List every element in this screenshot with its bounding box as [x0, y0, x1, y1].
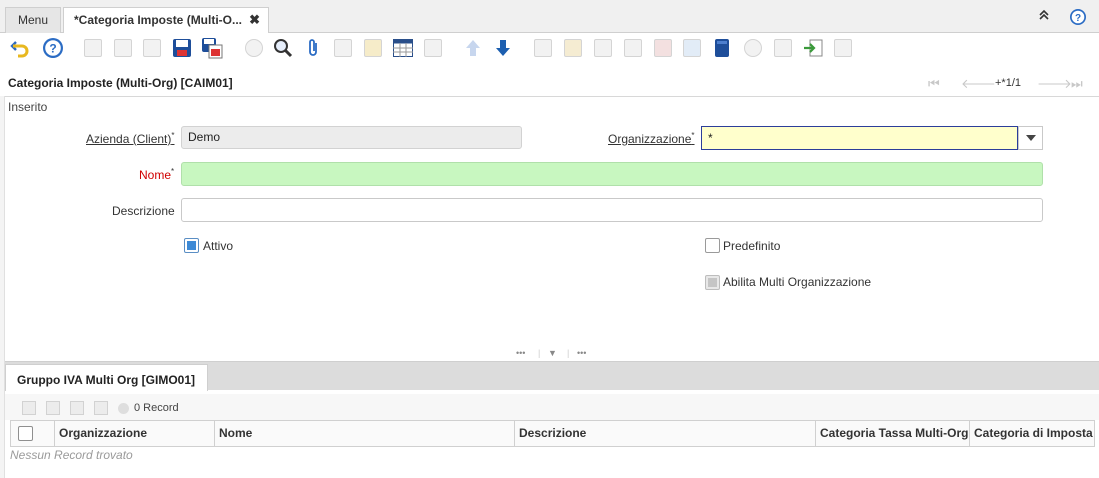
- new-icon: [82, 37, 104, 59]
- save-new-icon[interactable]: [201, 37, 223, 59]
- workflow-icon: [622, 37, 644, 59]
- chart-icon: [652, 37, 674, 59]
- menu-tab[interactable]: Menu: [5, 7, 61, 33]
- window-tab-categoria-imposte[interactable]: *Categoria Imposte (Multi-O... ✖: [63, 7, 269, 34]
- panel-splitter[interactable]: ••• | ▼ | •••: [5, 348, 1099, 362]
- attivo-checkbox[interactable]: [184, 238, 199, 253]
- record-count: 0 Record: [134, 402, 179, 414]
- column-descrizione[interactable]: Descrizione: [514, 421, 816, 446]
- help-circle-icon[interactable]: ?: [1069, 8, 1087, 29]
- settings-icon: [742, 37, 764, 59]
- product-info-icon: [681, 37, 703, 59]
- predefinito-label: Predefinito: [723, 239, 781, 253]
- collapse-icon[interactable]: [1038, 9, 1050, 24]
- column-nome[interactable]: Nome: [214, 421, 515, 446]
- splitter-dots-left: •••: [516, 348, 526, 358]
- splitter-dots-right: •••: [577, 348, 587, 358]
- copy-icon: [112, 37, 134, 59]
- grid-delete-icon: [70, 401, 84, 415]
- grid-edit-icon: [46, 401, 60, 415]
- side-panel-edge[interactable]: [0, 96, 5, 478]
- column-categoria-tassa-multi-org[interactable]: Categoria Tassa Multi-Org: [815, 421, 970, 446]
- detail-tab-gruppo-iva[interactable]: Gruppo IVA Multi Org [GIMO01]: [5, 364, 208, 391]
- last-record-icon: ⏭: [1071, 76, 1083, 91]
- record-count-icon: [118, 403, 129, 414]
- multi-org-checkbox: [705, 275, 720, 290]
- predefinito-checkbox[interactable]: [705, 238, 720, 253]
- empty-grid-message: Nessun Record trovato: [10, 448, 133, 462]
- azienda-label[interactable]: Azienda (Client)*: [86, 131, 175, 146]
- nome-label: Nome*: [139, 167, 175, 182]
- window-title: Categoria Imposte (Multi-Org) [CAIM01]: [8, 76, 233, 90]
- help-icon[interactable]: ?: [42, 37, 64, 59]
- zoom-icon: [592, 37, 614, 59]
- descrizione-input[interactable]: [181, 198, 1043, 222]
- select-all-checkbox[interactable]: [18, 426, 33, 441]
- status-text: Inserito: [8, 100, 48, 114]
- previous-record-icon: 🡐: [961, 76, 996, 91]
- process-icon[interactable]: [711, 37, 733, 59]
- prev-record-icon: [462, 37, 484, 59]
- refresh-icon: [243, 37, 265, 59]
- organizzazione-label[interactable]: Organizzazione*: [608, 131, 695, 146]
- import-icon[interactable]: [802, 37, 824, 59]
- grid-header-row: Organizzazione Nome Descrizione Categori…: [10, 420, 1095, 447]
- archive-icon: [362, 37, 384, 59]
- splitter-arrow-icon[interactable]: ▼: [548, 348, 557, 358]
- close-window-icon: [832, 37, 854, 59]
- organizzazione-input[interactable]: [701, 126, 1018, 150]
- report-icon: [532, 37, 554, 59]
- close-tab-icon[interactable]: ✖: [249, 8, 260, 32]
- record-indicator: +*1/1: [995, 77, 1021, 89]
- splitter-sep-left: |: [538, 348, 541, 358]
- first-record-icon: ⏮: [928, 76, 940, 91]
- multi-org-label: Abilita Multi Organizzazione: [723, 275, 872, 289]
- history-icon: [422, 37, 444, 59]
- grid-toggle-icon[interactable]: [392, 37, 414, 59]
- window-tab-label: *Categoria Imposte (Multi-O...: [74, 13, 243, 27]
- header-divider: [0, 96, 1099, 97]
- descrizione-label: Descrizione: [112, 204, 175, 218]
- chevron-down-icon: [1025, 135, 1036, 141]
- svg-text:?: ?: [49, 42, 56, 56]
- save-icon[interactable]: [171, 37, 193, 59]
- find-icon[interactable]: [272, 37, 294, 59]
- svg-text:?: ?: [1075, 13, 1081, 24]
- splitter-sep-right: |: [567, 348, 570, 358]
- next-record-nav-icon: 🡒: [1037, 76, 1072, 91]
- print-icon: [562, 37, 584, 59]
- delete-icon: [141, 37, 163, 59]
- nome-input[interactable]: [181, 162, 1043, 186]
- attivo-label: Attivo: [203, 239, 234, 253]
- export-icon: [772, 37, 794, 59]
- attachment-icon[interactable]: [302, 37, 324, 59]
- undo-icon[interactable]: [9, 37, 31, 59]
- chat-icon: [332, 37, 354, 59]
- column-categoria-di-imposta[interactable]: Categoria di Imposta: [969, 421, 1095, 446]
- next-record-icon[interactable]: [492, 37, 514, 59]
- column-organizzazione[interactable]: Organizzazione: [54, 421, 215, 446]
- window-tab-bar: Menu *Categoria Imposte (Multi-O... ✖ ?: [0, 0, 1099, 34]
- grid-save-icon: [94, 401, 108, 415]
- organizzazione-dropdown-button[interactable]: [1018, 126, 1043, 150]
- main-toolbar: ?: [0, 33, 1099, 65]
- azienda-field: Demo: [181, 126, 522, 149]
- grid-new-icon: [22, 401, 36, 415]
